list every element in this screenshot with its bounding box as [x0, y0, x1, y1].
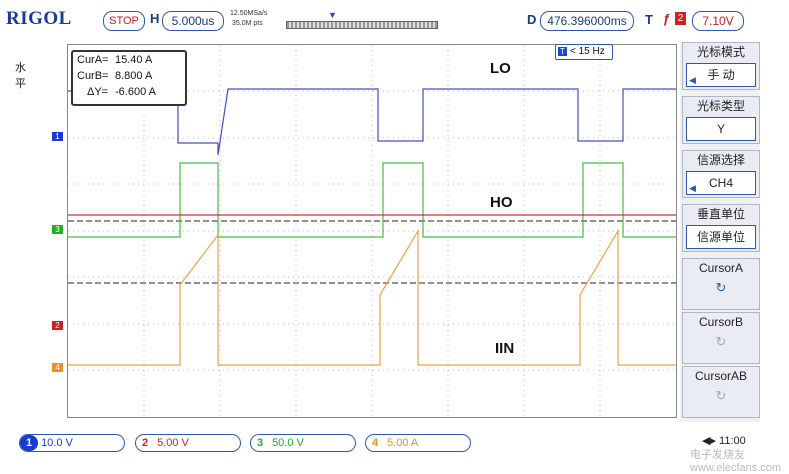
cur-b-value: 8.800 A [115, 70, 153, 82]
ch1-scale[interactable]: 1 10.0 V [19, 434, 125, 452]
cursor-type-title: 光标类型 [696, 99, 745, 113]
ch2-marker[interactable]: 2 [52, 321, 63, 330]
cursor-a-item[interactable]: CursorA ↻ [682, 258, 760, 310]
rotate-knob-icon: ↻ [715, 280, 727, 295]
cur-a-label: CurA= [77, 54, 109, 66]
trace-label-ho: HO [490, 194, 513, 211]
delta-y-value: -6.600 A [115, 86, 156, 98]
cursor-type-value: Y [716, 122, 725, 136]
ch4-scale-value: 5.00 A [387, 437, 419, 449]
rotate-knob-icon: ↻ [715, 388, 727, 403]
timebase-value[interactable]: 5.000us [162, 11, 224, 31]
horizontal-menu-tab[interactable]: 水平 [15, 60, 31, 92]
frequency-value: < 15 Hz [570, 46, 605, 57]
source-select-item[interactable]: 信源选择 ◀ CH4 [682, 150, 760, 198]
brand-logo: RIGOL [6, 8, 72, 29]
ch4-number: 4 [371, 437, 379, 449]
left-arrow-icon: ◀ [689, 183, 696, 193]
cursor-readout: CurA= 15.40 A CurB= 8.800 A ΔY= -6.600 A [71, 50, 187, 106]
frequency-readout: T < 15 Hz [555, 44, 613, 60]
trace-label-iin: IIN [495, 340, 515, 357]
cursor-a-label: CursorA [698, 261, 743, 275]
run-stop-status[interactable]: STOP [103, 11, 145, 31]
ch4-scale[interactable]: 4 5.00 A [365, 434, 471, 452]
vertical-unit-value: 信源单位 [696, 230, 745, 244]
cursor-b-label: CursorB [698, 315, 743, 329]
ch3-number: 3 [256, 437, 264, 449]
cur-a-value: 15.40 A [115, 54, 153, 66]
cursor-mode-title: 光标模式 [696, 45, 745, 59]
ch3-scale[interactable]: 3 50.0 V [250, 434, 356, 452]
cursor-type-item[interactable]: 光标类型 Y [682, 96, 760, 144]
cursor-ab-item[interactable]: CursorAB ↻ [682, 366, 760, 418]
ch1-number: 1 [20, 435, 38, 451]
ch1-marker[interactable]: 1 [52, 132, 63, 141]
ch4-marker[interactable]: 4 [52, 363, 63, 372]
cursor-ab-label: CursorAB [694, 369, 747, 383]
watermark: 电子发烧友 www.elecfans.com [690, 449, 782, 474]
cursor-b-item[interactable]: CursorB ↻ [682, 312, 760, 364]
cur-b-label: CurB= [77, 70, 109, 82]
rising-edge-icon: ƒ [663, 11, 671, 26]
ch3-scale-value: 50.0 V [272, 437, 304, 449]
memory-depth: 35.0M pts [232, 20, 263, 27]
cursor-menu: 光标模式 ◀ 手 动 光标类型 Y 信源选择 ◀ CH4 垂直单位 信源单位 Cur… [680, 42, 760, 422]
source-select-value: CH4 [708, 176, 733, 190]
cursor-mode-value: 手 动 [707, 68, 735, 82]
sample-rate: 12.50MSa/s [230, 10, 268, 17]
ch3-marker[interactable]: 3 [52, 225, 63, 234]
ch2-scale-value: 5.00 V [157, 437, 189, 449]
ch2-number: 2 [141, 437, 149, 449]
trigger-label: T [645, 12, 653, 27]
left-arrow-icon: ◀ [689, 75, 696, 85]
trace-label-lo: LO [490, 60, 511, 77]
delay-value[interactable]: 476.396000ms [540, 11, 634, 31]
ch1-scale-value: 10.0 V [41, 437, 73, 449]
vertical-unit-item[interactable]: 垂直单位 信源单位 [682, 204, 760, 252]
rotate-knob-icon: ↻ [715, 334, 727, 349]
trigger-level-value[interactable]: 7.10V [692, 11, 744, 31]
memory-position-bar[interactable] [286, 21, 438, 29]
ch2-scale[interactable]: 2 5.00 V [135, 434, 241, 452]
source-select-title: 信源选择 [696, 153, 745, 167]
delay-label: D [527, 12, 537, 27]
timebase-label: H [150, 11, 160, 26]
trigger-position-icon: ▼ [328, 10, 337, 20]
vertical-unit-title: 垂直单位 [696, 207, 745, 221]
cursor-mode-item[interactable]: 光标模式 ◀ 手 动 [682, 42, 760, 90]
trigger-icon: T [558, 47, 567, 56]
trigger-channel-badge: 2 [675, 12, 686, 25]
delta-y-label: ΔY= [87, 86, 109, 98]
